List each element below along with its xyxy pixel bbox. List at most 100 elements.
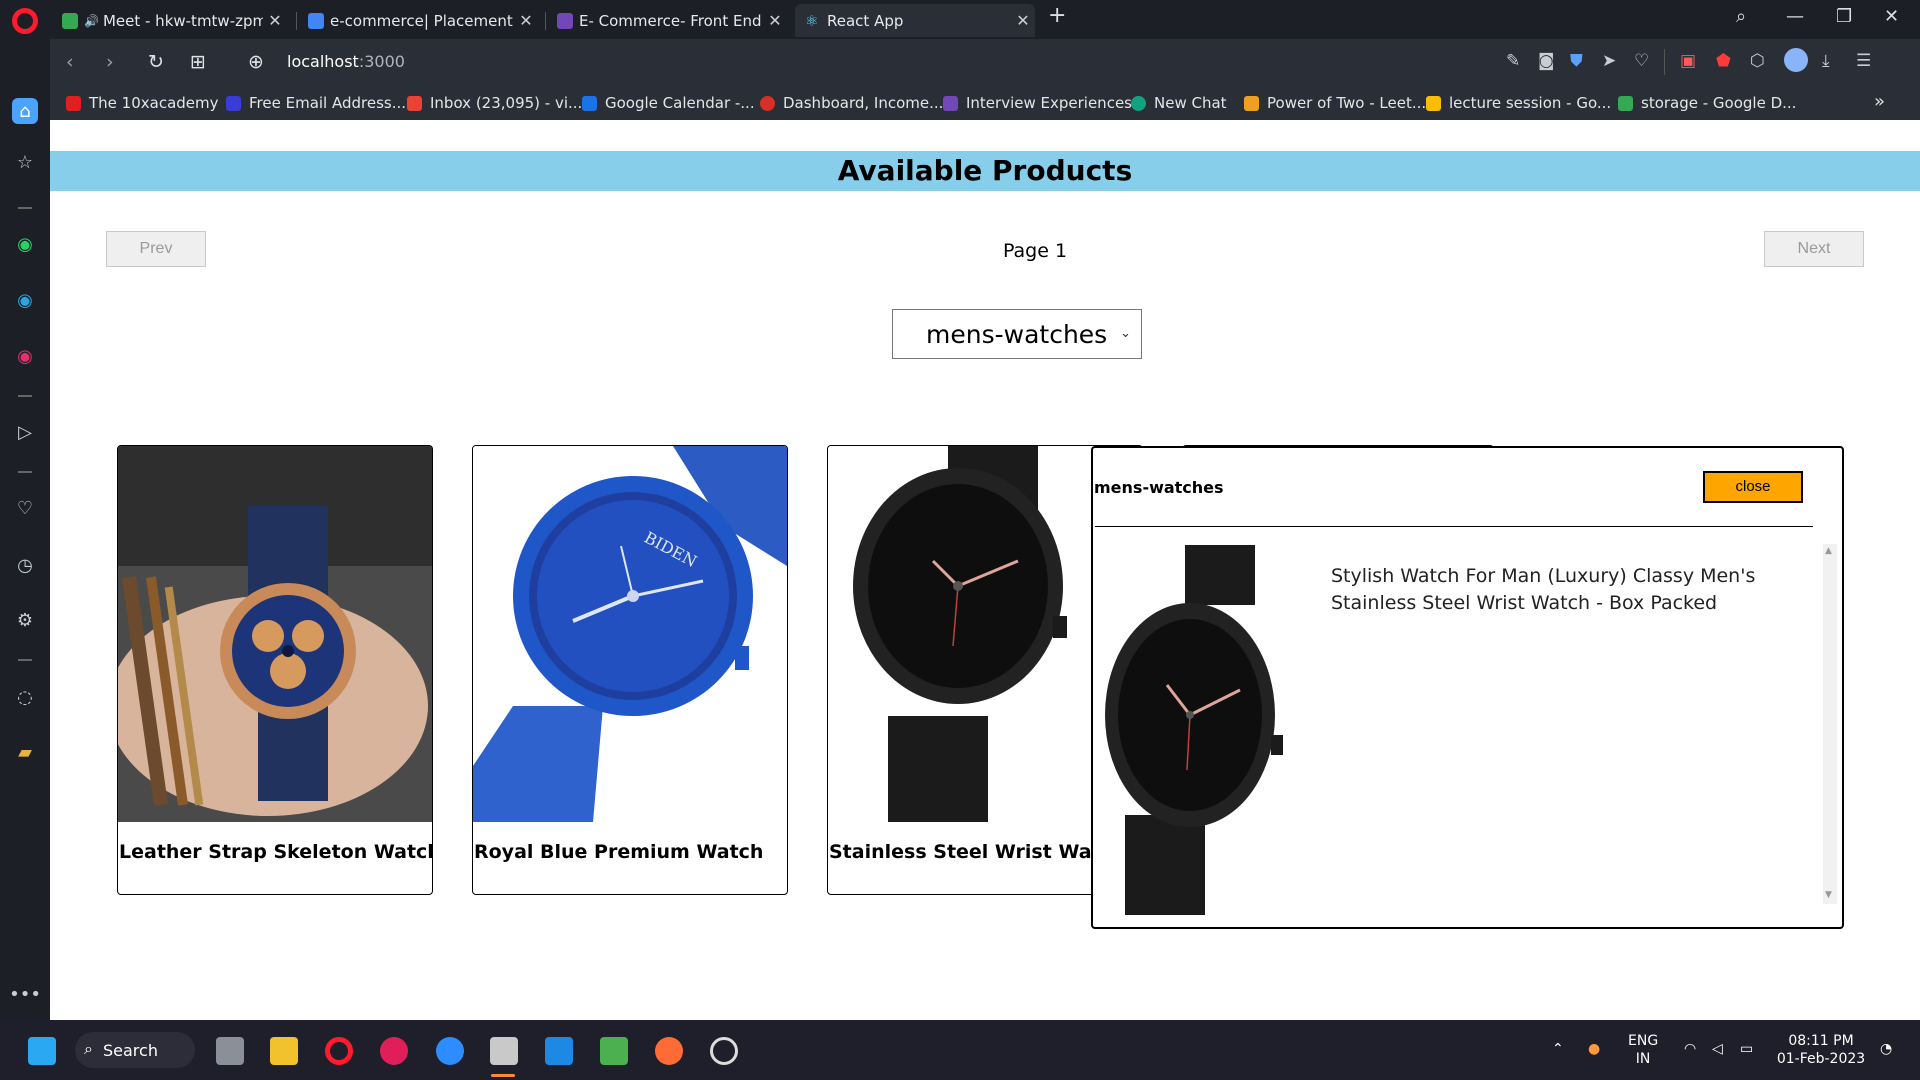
bookmark-new-chat[interactable]: New Chat — [1131, 94, 1227, 112]
snipping-tool-icon[interactable] — [490, 1037, 518, 1065]
close-tab-icon[interactable]: ✕ — [514, 11, 538, 30]
cube-icon[interactable]: ⬡ — [1750, 51, 1765, 71]
task-view-icon[interactable] — [216, 1037, 244, 1065]
dashboard-icon — [760, 95, 775, 111]
instagram-icon[interactable]: ◉ — [12, 343, 38, 369]
close-tab-icon[interactable]: ✕ — [263, 11, 287, 30]
player-icon[interactable]: ▷ — [12, 419, 38, 445]
whatsapp-icon[interactable]: ◉ — [12, 231, 38, 257]
close-tab-icon[interactable]: ✕ — [1011, 11, 1035, 30]
product-card[interactable]: BIDEN Royal Blue Premium Watch — [472, 445, 788, 895]
address-bar-row: ‹ › ↻ ⊞ ⊕ localhost:3000 ✎ ◙ ⛊ ➤ ♡ ▣ ⬟ ⬡… — [50, 39, 1920, 86]
obs-icon[interactable] — [710, 1037, 738, 1065]
product-card[interactable]: Leather Strap Skeleton Watch — [117, 445, 433, 895]
close-tab-icon[interactable]: ✕ — [763, 11, 787, 30]
zoom-icon[interactable] — [436, 1037, 464, 1065]
language-indicator[interactable]: ENG IN — [1628, 1032, 1658, 1068]
wifi-icon[interactable]: ◠ — [1684, 1040, 1696, 1058]
scroll-up-icon[interactable]: ▲ — [1825, 546, 1832, 556]
shield-icon[interactable]: ⛊ — [1570, 51, 1583, 71]
speaker-icon: 🔊 — [84, 13, 99, 28]
bookmark-power-of-two[interactable]: Power of Two - Leet... — [1244, 94, 1426, 112]
easy-setup-icon[interactable]: ☰ — [1856, 51, 1871, 71]
file-explorer-icon[interactable] — [270, 1037, 298, 1065]
close-window-icon[interactable]: ✕ — [1884, 6, 1899, 27]
google-docs-icon — [308, 12, 324, 29]
scroll-down-icon[interactable]: ▼ — [1825, 890, 1832, 900]
taskbar-search[interactable]: ⌕ Search — [75, 1032, 195, 1068]
modal-scrollbar[interactable]: ▲ ▼ — [1823, 544, 1837, 904]
telegram-icon[interactable]: ◉ — [12, 287, 38, 313]
tab-meet[interactable]: 🔊 Meet - hkw-tmtw-zpm ✕ — [52, 4, 287, 37]
photos-icon[interactable] — [600, 1037, 628, 1065]
forms-icon — [943, 95, 958, 111]
search-tabs-icon[interactable]: ⌕ — [1736, 6, 1746, 27]
tab-placement[interactable]: e-commerce| Placement Re ✕ — [298, 4, 538, 37]
prev-button[interactable]: Prev — [106, 231, 206, 267]
slack-icon[interactable] — [380, 1037, 408, 1065]
download-icon[interactable]: ⤓ — [1822, 51, 1830, 71]
tenx-icon — [66, 95, 81, 111]
bookmark-storage[interactable]: storage - Google D... — [1618, 94, 1796, 112]
minimize-icon[interactable]: — — [1786, 6, 1804, 27]
browser-tab-strip: 🔊 Meet - hkw-tmtw-zpm ✕ e-commerce| Plac… — [0, 0, 1920, 39]
send-icon[interactable]: ➤ — [1602, 51, 1616, 71]
bookmark-free-email[interactable]: Free Email Address... — [226, 94, 406, 112]
active-app-indicator — [491, 1074, 515, 1077]
bookmarks-heart-icon[interactable]: ♡ — [12, 495, 38, 521]
extension-icon[interactable]: ▰ — [12, 739, 38, 765]
camera-icon[interactable]: ◙ — [1538, 51, 1555, 71]
next-button[interactable]: Next — [1764, 231, 1864, 267]
close-button[interactable]: close — [1703, 471, 1803, 503]
more-options-icon[interactable]: ••• — [9, 981, 41, 1007]
chatgpt-icon — [1131, 95, 1146, 111]
opera-logo-icon[interactable] — [12, 8, 38, 34]
product-image — [118, 446, 432, 822]
google-drive-icon — [1618, 95, 1633, 111]
sidebar-divider — [18, 659, 32, 661]
profile-avatar[interactable] — [1784, 48, 1808, 72]
bookmark-10xacademy[interactable]: The 10xacademy — [66, 94, 219, 112]
edit-icon[interactable]: ✎ — [1506, 51, 1520, 71]
reload-icon[interactable]: ↻ — [148, 51, 164, 73]
show-hidden-icons[interactable]: ⌃ — [1552, 1040, 1564, 1058]
bookmark-interview-experiences[interactable]: Interview Experiences — [943, 94, 1132, 112]
more-bookmarks-icon[interactable]: » — [1874, 91, 1885, 112]
bookmark-dashboard[interactable]: Dashboard, Income... — [760, 94, 943, 112]
back-icon[interactable]: ‹ — [66, 51, 74, 73]
heart-icon[interactable]: ♡ — [1634, 51, 1649, 71]
clock[interactable]: 08:11 PM 01-Feb-2023 — [1776, 1032, 1866, 1068]
category-select[interactable]: mens-watches ⌄ — [892, 309, 1142, 359]
bookmark-lecture-session[interactable]: lecture session - Go... — [1426, 94, 1611, 112]
vscode-icon[interactable] — [545, 1037, 573, 1065]
forward-icon[interactable]: › — [106, 51, 114, 73]
extension-red-icon[interactable]: ▣ — [1680, 51, 1696, 71]
bookmark-google-calendar[interactable]: Google Calendar -... — [582, 94, 755, 112]
web-page: Available Products Prev Page 1 Next mens… — [50, 120, 1920, 1020]
opera-icon[interactable] — [325, 1037, 353, 1065]
speed-dial-icon[interactable]: ☆ — [12, 149, 38, 175]
notifications-icon[interactable]: ◔ — [1880, 1040, 1892, 1058]
restore-icon[interactable]: ❐ — [1836, 6, 1852, 27]
adblock-icon[interactable]: ⬟ — [1716, 51, 1731, 71]
windows-start-icon[interactable] — [28, 1037, 56, 1065]
volume-icon[interactable]: ◁ — [1712, 1040, 1723, 1058]
gmail-icon — [407, 95, 422, 111]
tips-bulb-icon[interactable]: ◌ — [12, 684, 38, 710]
product-title: Royal Blue Premium Watch — [474, 841, 764, 863]
history-icon[interactable]: ◷ — [12, 552, 38, 578]
new-tab-button[interactable]: + — [1048, 3, 1066, 28]
tab-react-app[interactable]: ⚛ React App ✕ — [795, 4, 1035, 37]
url-field[interactable]: localhost:3000 — [287, 52, 405, 71]
microphone-icon[interactable]: ● — [1588, 1040, 1600, 1058]
tab-ecommerce-front-end[interactable]: E- Commerce- Front End ✕ — [547, 4, 787, 37]
bookmark-inbox[interactable]: Inbox (23,095) - vi... — [407, 94, 582, 112]
tabs-grid-icon[interactable]: ⊞ — [190, 51, 206, 73]
bookmarks-bar: The 10xacademy Free Email Address... Inb… — [50, 86, 1920, 120]
settings-gear-icon[interactable]: ⚙ — [12, 607, 38, 633]
battery-icon[interactable]: ▭ — [1740, 1040, 1753, 1058]
postman-icon[interactable] — [655, 1037, 683, 1065]
site-info-icon[interactable]: ⊕ — [248, 51, 264, 73]
sidebar-divider — [18, 471, 32, 473]
home-icon[interactable]: ⌂ — [12, 98, 38, 124]
